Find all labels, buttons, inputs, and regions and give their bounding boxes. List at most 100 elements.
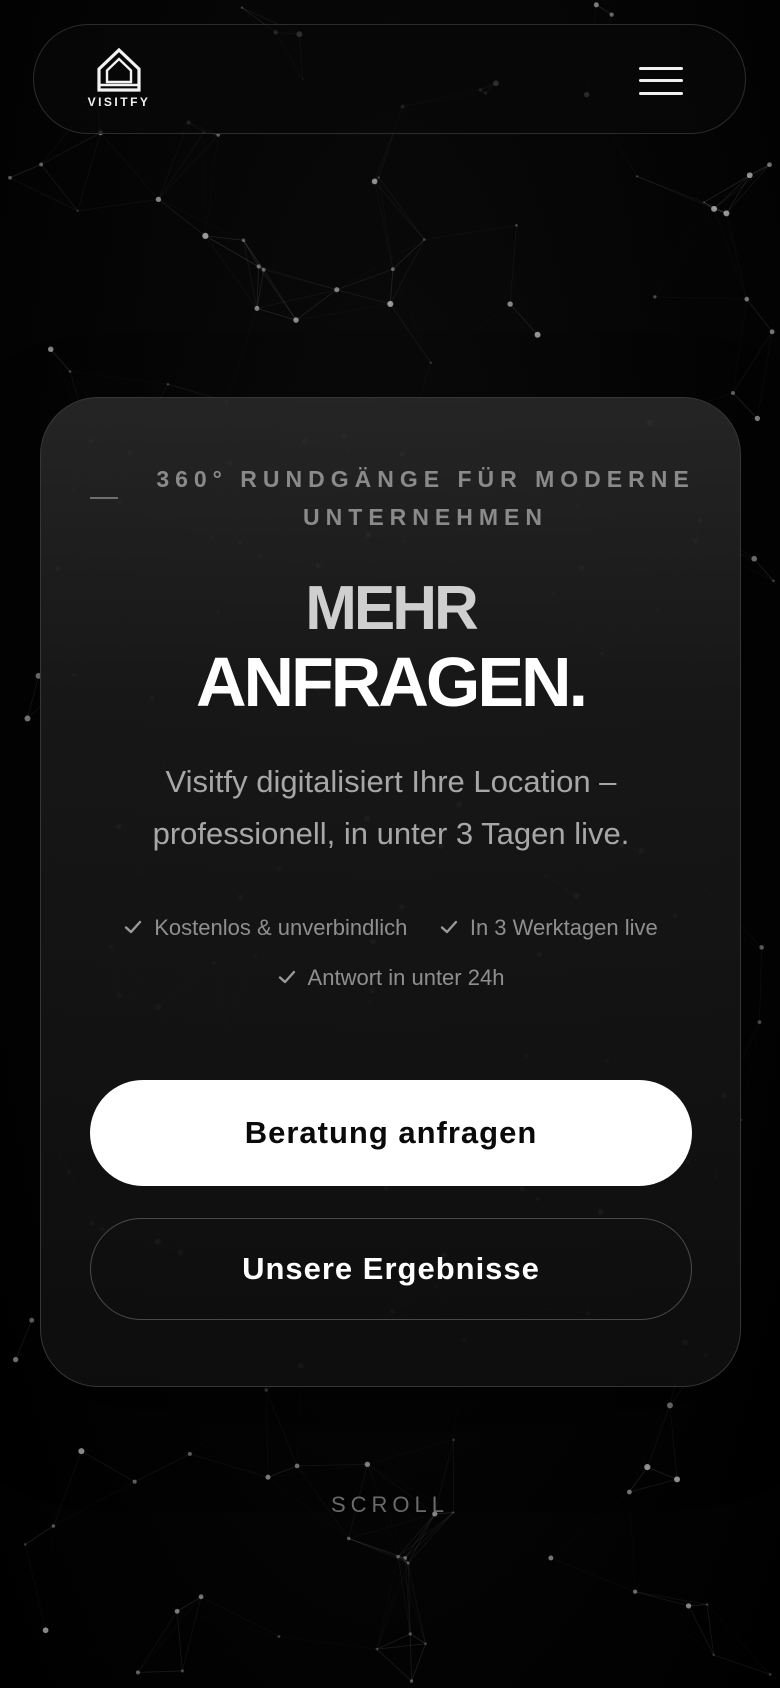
network-node: [371, 178, 378, 185]
network-node: [632, 1589, 638, 1594]
network-node: [24, 715, 31, 722]
network-link: [646, 1405, 671, 1468]
network-link: [137, 1611, 178, 1673]
feature-label: In 3 Werktagen live: [469, 915, 658, 940]
request-consultation-button[interactable]: Beratung anfragen: [90, 1080, 692, 1186]
network-node: [390, 267, 395, 272]
network-node: [772, 579, 775, 583]
network-node: [76, 209, 79, 212]
network-link: [379, 177, 393, 269]
network-node: [408, 1632, 412, 1636]
network-link: [655, 209, 714, 297]
network-link: [732, 331, 773, 394]
network-link: [409, 1633, 412, 1682]
network-link: [336, 289, 391, 305]
network-link: [336, 268, 394, 291]
network-link: [46, 1630, 138, 1672]
network-link: [296, 304, 390, 320]
feature-item: Antwort in unter 24h: [278, 964, 505, 992]
network-link: [367, 1440, 453, 1465]
network-link: [404, 1512, 454, 1559]
network-node: [744, 296, 750, 302]
network-link: [77, 198, 159, 212]
network-link: [759, 947, 763, 1023]
check-icon: [125, 920, 142, 934]
our-results-button[interactable]: Unsere Ergebnisse: [90, 1218, 692, 1320]
network-link: [516, 225, 537, 334]
network-link: [431, 304, 510, 363]
network-link: [689, 1606, 771, 1674]
network-link: [741, 1022, 759, 1120]
network-link: [453, 1512, 550, 1557]
network-link: [634, 1591, 689, 1607]
network-link: [134, 1453, 191, 1483]
network-link: [137, 1670, 183, 1673]
network-link: [40, 164, 78, 212]
feature-label: Antwort in unter 24h: [307, 965, 505, 990]
network-link: [726, 213, 746, 299]
house-logo-icon: [97, 47, 141, 92]
network-node: [712, 1653, 715, 1657]
network-link: [337, 181, 375, 289]
network-link: [636, 176, 704, 203]
network-node: [174, 1608, 180, 1614]
network-link: [348, 1538, 399, 1558]
network-link: [376, 1643, 426, 1650]
network-link: [158, 199, 206, 237]
top-navigation-bar: VISITFY: [33, 24, 746, 134]
network-node: [256, 264, 261, 269]
network-link: [704, 202, 747, 299]
page: VISITFY 360° RUNDGÄNGE FÜR MODERNE UNTER…: [0, 0, 780, 1688]
network-link: [596, 4, 612, 15]
logo-wordmark: VISITFY: [87, 95, 151, 109]
network-link: [407, 1513, 436, 1564]
feature-list: Kostenlos & unverbindlich In 3 Werktagen…: [81, 914, 701, 1014]
network-node: [702, 201, 705, 204]
network-link: [637, 175, 750, 176]
hero-card: 360° RUNDGÄNGE FÜR MODERNE UNTERNEHMEN M…: [40, 397, 741, 1387]
network-node: [12, 1356, 19, 1363]
network-link: [378, 177, 425, 240]
network-node: [635, 175, 639, 178]
network-node: [39, 162, 44, 167]
eyebrow-text: 360° RUNDGÄNGE FÜR MODERNE UNTERNEHMEN: [156, 466, 695, 530]
network-node: [422, 238, 426, 241]
network-node: [155, 196, 162, 203]
network-link: [10, 133, 101, 178]
network-link: [81, 1450, 135, 1483]
network-link: [647, 1466, 678, 1480]
network-node: [187, 1451, 192, 1456]
network-link: [706, 1604, 715, 1655]
network-link: [205, 236, 257, 309]
network-link: [176, 1596, 202, 1612]
network-link: [15, 1320, 33, 1360]
network-link: [70, 371, 168, 384]
network-link: [424, 225, 516, 239]
feature-item: In 3 Werktagen live: [440, 914, 658, 942]
network-node: [723, 210, 730, 217]
network-node: [409, 1679, 414, 1683]
network-link: [204, 132, 206, 236]
feature-label: Kostenlos & unverbindlich: [154, 915, 408, 940]
hamburger-menu-button[interactable]: [639, 65, 685, 97]
headline-line-2: ANFRAGEN.: [195, 643, 588, 721]
network-link: [377, 1557, 398, 1650]
logo[interactable]: VISITFY: [80, 47, 158, 111]
menu-line-icon: [639, 79, 683, 82]
network-node: [180, 1669, 184, 1673]
network-link: [9, 177, 78, 212]
check-icon: [278, 970, 295, 984]
network-node: [593, 2, 599, 8]
network-node: [711, 205, 718, 212]
network-link: [389, 269, 394, 304]
network-node: [769, 329, 775, 335]
network-link: [374, 181, 425, 240]
network-link: [279, 1636, 377, 1649]
network-link: [714, 209, 747, 299]
network-link: [629, 1405, 670, 1492]
network-node: [653, 295, 657, 299]
network-link: [50, 349, 71, 372]
scroll-hint[interactable]: SCROLL: [0, 1492, 780, 1518]
network-node: [261, 267, 266, 272]
network-link: [101, 133, 159, 200]
